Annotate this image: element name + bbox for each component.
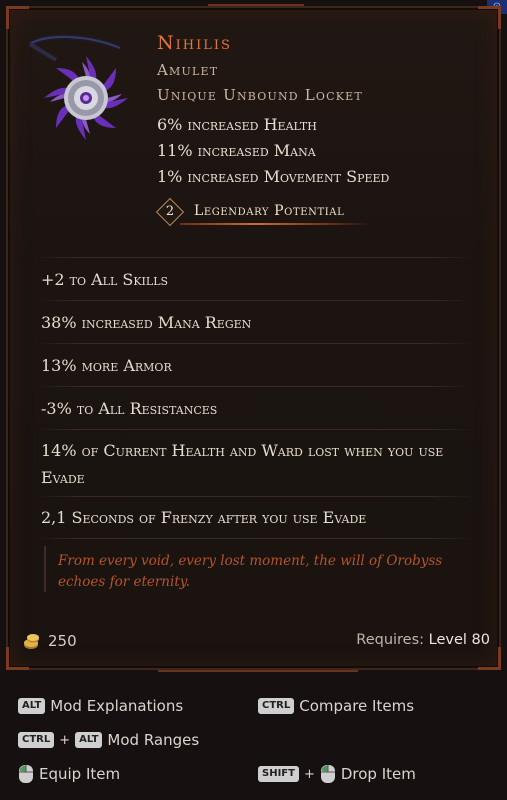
hint-label: Mod Ranges: [107, 731, 200, 749]
divider: [34, 257, 474, 258]
divider: [34, 496, 474, 497]
ctrl-key: CTRL: [18, 732, 55, 748]
affix-line: +2 to All Skills: [41, 270, 169, 289]
key-hints: ALT Mod Explanations CTRL Compare Items …: [0, 690, 507, 800]
corner-ornament: [478, 647, 501, 670]
item-name: Nihilis: [157, 32, 232, 54]
ctrl-key: CTRL: [258, 698, 295, 714]
affix-line: -3% to All Resistances: [41, 399, 218, 418]
amulet-icon: [28, 34, 128, 140]
shift-key: SHIFT: [258, 766, 299, 782]
gold-coin-icon: [24, 634, 39, 649]
requires-level: Level 80: [428, 632, 490, 648]
corner-ornament: [6, 6, 29, 29]
hint-equip-item: Equip Item: [18, 763, 120, 785]
lore-bar: [44, 546, 46, 592]
hint-label: Drop Item: [340, 765, 416, 783]
mouse-icon: [320, 765, 335, 783]
divider: [34, 429, 474, 430]
divider: [34, 386, 474, 387]
hint-drop-item: SHIFT + Drop Item: [258, 763, 416, 785]
affix-line: 13% more Armor: [41, 356, 172, 375]
hint-label: Equip Item: [39, 765, 121, 783]
legendary-underline: [180, 223, 370, 225]
divider: [34, 343, 474, 344]
mouse-icon: [19, 765, 33, 783]
plus-sign: +: [59, 732, 71, 748]
alt-key: ALT: [75, 732, 103, 748]
implicit-stat: 6% increased Health: [157, 115, 317, 134]
corner-ornament: [478, 6, 501, 29]
hint-mod-ranges: CTRL + ALT Mod Ranges: [18, 729, 199, 751]
affix-line: 14% of Current Health and Ward lost when…: [41, 441, 444, 487]
divider: [34, 300, 474, 301]
hint-compare-items: CTRL Compare Items: [258, 695, 414, 717]
legendary-potential-badge: 2 Legendary Potential: [155, 197, 370, 227]
bottom-ornament: [158, 658, 358, 672]
hint-mod-explanations: ALT Mod Explanations: [18, 695, 183, 717]
plus-sign: +: [303, 766, 315, 782]
legendary-potential-value: 2: [165, 204, 175, 219]
hint-label: Compare Items: [299, 697, 415, 715]
item-subtype: Unique Unbound Locket: [157, 86, 363, 104]
lore-text: From every void, every lost moment, the …: [58, 553, 443, 590]
price-value: 250: [48, 632, 77, 650]
divider: [34, 538, 474, 539]
requires-label: Requires:: [356, 632, 425, 648]
legendary-potential-label: Legendary Potential: [194, 203, 345, 219]
implicit-stat: 11% increased Mana: [157, 141, 316, 160]
level-requirement: Requires: Level 80: [356, 632, 490, 648]
affix-line: 38% increased Mana Regen: [41, 313, 252, 332]
top-ornament: [208, 4, 304, 16]
alt-key: ALT: [18, 698, 46, 714]
implicit-stat: 1% increased Movement Speed: [157, 167, 390, 186]
item-type: Amulet: [157, 61, 219, 79]
hint-label: Mod Explanations: [50, 697, 184, 715]
affix-line: 2,1 Seconds of Frenzy after you use Evad…: [41, 508, 367, 527]
